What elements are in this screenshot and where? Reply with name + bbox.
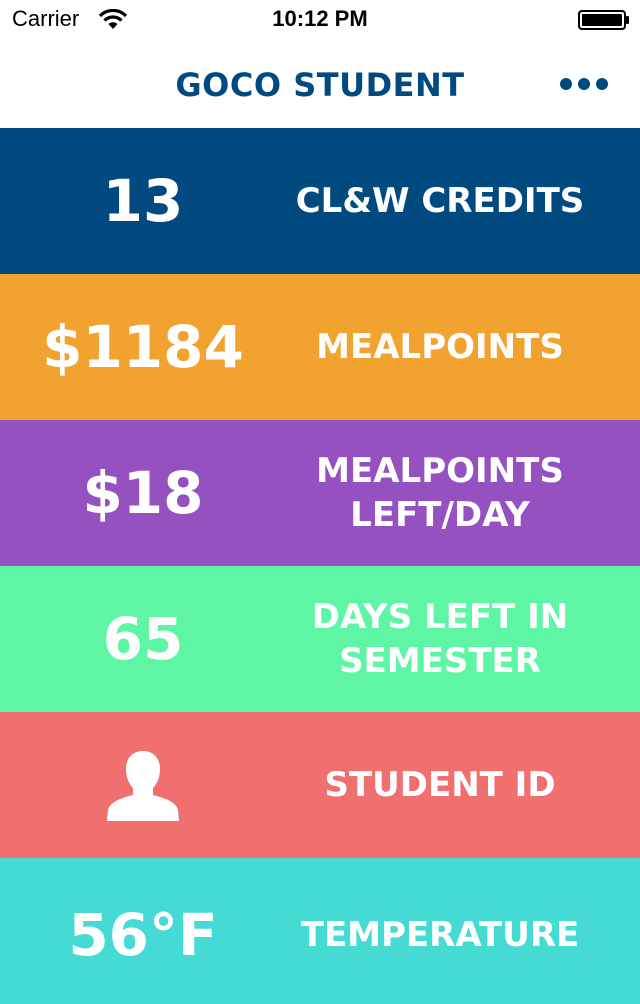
clock: 10:12 PM xyxy=(272,6,368,31)
temperature-value: 56°F xyxy=(68,901,218,969)
mealpoints-per-day-value: $18 xyxy=(82,459,204,527)
more-dots-icon xyxy=(552,66,616,102)
mealpoints-label: MEALPOINTS xyxy=(316,327,564,367)
tile-mealpoints[interactable]: $1184 MEALPOINTS xyxy=(0,274,640,420)
days-left-label: DAYS LEFT IN SEMESTER xyxy=(311,597,569,681)
days-left-value: 65 xyxy=(102,605,184,673)
tile-days-left[interactable]: 65 DAYS LEFT IN SEMESTER xyxy=(0,566,640,712)
tile-mealpoints-per-day[interactable]: $18 MEALPOINTS LEFT/DAY xyxy=(0,420,640,566)
navigation-bar: GOCO STUDENT xyxy=(0,40,640,128)
credits-value: 13 xyxy=(102,167,184,235)
page-title: GOCO STUDENT xyxy=(175,66,465,104)
mealpoints-per-day-label: MEALPOINTS LEFT/DAY xyxy=(316,451,564,535)
tile-student-id[interactable]: STUDENT ID xyxy=(0,712,640,858)
more-button[interactable] xyxy=(552,66,616,102)
tile-credits[interactable]: 13 CL&W CREDITS xyxy=(0,128,640,274)
person-icon xyxy=(0,712,286,858)
student-id-label: STUDENT ID xyxy=(324,765,556,805)
temperature-label: TEMPERATURE xyxy=(300,915,580,955)
credits-label: CL&W CREDITS xyxy=(295,181,585,221)
dashboard-tiles: 13 CL&W CREDITS $1184 MEALPOINTS $18 MEA… xyxy=(0,128,640,1004)
battery-icon xyxy=(578,10,630,30)
mealpoints-value: $1184 xyxy=(42,313,244,381)
tile-temperature[interactable]: 56°F TEMPERATURE xyxy=(0,858,640,1004)
status-bar: Carrier 10:12 PM xyxy=(0,0,640,40)
